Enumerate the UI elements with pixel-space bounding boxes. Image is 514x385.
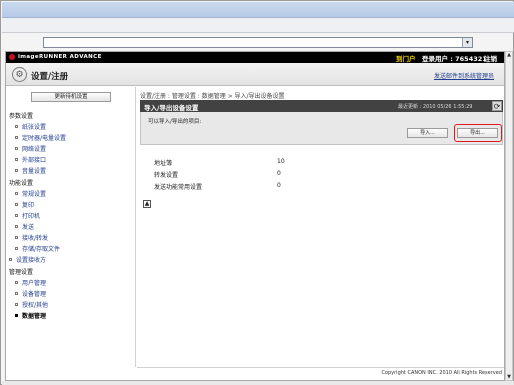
bullet-icon [15,214,18,217]
last-update-value: 2010 05/26 1:55:29 [422,104,473,110]
sidebar-item-copy[interactable]: 复印 [15,200,34,209]
refresh-icon[interactable]: ⟳ [492,101,502,111]
sidebar-item-label: 常规设置 [22,191,47,198]
bullet-icon [15,147,18,150]
footer: Copyright CANON INC. 2010 All Rights Res… [137,367,504,380]
main-content: 设置/注册 : 管理设置 : 数据管理 > 导入/导出设备设置 导入/导出设备设… [137,87,504,367]
browser-window: ▾ imageRUNNER ADVANCE 到门户 登录用户 : 7654321… [0,0,514,385]
sidebar-item-label: 设置接收方 [16,257,47,264]
confirm-standby-button[interactable]: 更新待机设置 [31,92,111,102]
sidebar-item-common[interactable]: 常规设置 [15,189,46,198]
bullet-icon [15,236,18,239]
canon-logo-icon [9,54,15,60]
sidebar-item-printer[interactable]: 打印机 [15,211,40,220]
export-highlight-ring [454,124,502,142]
login-user-label: 登录用户 : 7654321 [422,55,487,63]
scroll-down-icon[interactable]: ▼ [506,374,512,380]
sidebar-item-interface[interactable]: 外部接口 [15,155,46,164]
scroll-up-icon[interactable]: ▲ [506,52,512,58]
import-button[interactable]: 导入... [407,128,448,138]
gear-icon: ⚙ [12,67,27,82]
copyright: Copyright CANON INC. 2010 All Rights Res… [381,370,502,376]
sidebar-section-management: 管理设置 [9,269,34,276]
sidebar-item-user-management[interactable]: 用户管理 [15,278,46,287]
sidebar-item-paper[interactable]: 纸张设置 [15,122,46,131]
portal-link[interactable]: 到门户 [396,53,416,63]
bullet-icon [9,258,12,261]
last-update-label: 最近更新 [398,104,419,110]
sidebar-item-device-management[interactable]: 设备管理 [15,289,46,298]
bullet-icon [15,247,18,250]
sidebar-item-label: 发送 [22,224,35,231]
bullet-icon [15,125,18,128]
sidebar-item-network[interactable]: 网络设置 [15,144,46,153]
sidebar-section-preferences: 参数设置 [9,113,34,120]
bullet-icon [15,225,18,228]
sidebar-item-send[interactable]: 发送 [15,222,34,231]
address-dropdown-icon[interactable]: ▾ [462,38,472,47]
row-value-address-book: 10 [277,158,285,165]
browser-title-bar [2,2,514,18]
panel-header: 导入/导出设备设置 最近更新 : 2010 05/26 1:55:29 ⟳ [140,100,503,112]
sidebar-item-label: 纸张设置 [22,124,47,131]
sidebar-item-timer[interactable]: 定时器/电量设置 [15,133,66,142]
bullet-icon [15,169,18,172]
admin-mail-link[interactable]: 发送邮件到系统管理员 [434,71,494,80]
page-top-icon[interactable]: ▲ [143,200,151,208]
bullet-icon [15,303,18,306]
sidebar-section-functions: 功能设置 [9,180,34,187]
sidebar-item-label: 用户管理 [22,280,47,287]
panel-message: 可以导入/导出的项目: [148,119,202,125]
bullet-icon [15,203,18,206]
row-value-send-favorites: 0 [277,182,281,189]
remote-ui-page: imageRUNNER ADVANCE 到门户 登录用户 : 7654321 注… [5,51,505,381]
bullet-icon [15,192,18,195]
page-title: 设置/注册 [31,72,69,82]
sidebar-item-data-management[interactable]: 数据管理 [15,311,46,320]
browser-status-bar [2,381,514,385]
panel-body: 可以导入/导出的项目: 导入... 导出... [140,112,503,145]
panel-title: 导入/导出设备设置 [144,104,199,112]
sidebar-item-volume[interactable]: 音量设置 [15,166,46,175]
sidebar-item-label: 设备管理 [22,291,47,298]
sidebar-item-label: 授权/其他 [22,302,49,309]
sidebar: 更新待机设置 参数设置 纸张设置 定时器/电量设置 网络设置 外部接口 音量设置… [6,87,136,367]
last-update: 最近更新 : 2010 05/26 1:55:29 [398,104,473,110]
row-label-forwarding: 转发设置 [154,172,179,179]
sidebar-item-receive[interactable]: 接收/转发 [15,233,48,242]
sidebar-item-label: 复印 [22,202,35,209]
sidebar-item-store[interactable]: 存储/存取文件 [15,244,60,253]
breadcrumb: 设置/注册 : 管理设置 : 数据管理 > 导入/导出设备设置 [140,93,285,100]
sidebar-item-label: 接收/转发 [22,235,49,242]
sidebar-item-label: 存储/存取文件 [22,246,61,253]
brand-name: imageRUNNER ADVANCE [18,54,102,60]
sidebar-item-label: 定时器/电量设置 [22,135,67,142]
sidebar-item-label: 打印机 [22,213,41,220]
address-bar[interactable]: ▾ [43,37,473,48]
sidebar-item-label: 网络设置 [22,146,47,153]
title-bar: ⚙ 设置/注册 发送邮件到系统管理员 [6,63,504,86]
vertical-scrollbar[interactable]: ▲ ▼ [505,51,513,381]
sidebar-item-destination[interactable]: 设置接收方 [9,255,46,264]
bullet-icon [15,292,18,295]
sidebar-item-license[interactable]: 授权/其他 [15,300,48,309]
row-label-address-book: 地址簿 [154,160,173,167]
bullet-icon [15,281,18,284]
sidebar-item-label: 音量设置 [22,168,47,175]
bullet-icon [15,136,18,139]
sidebar-item-label: 数据管理 [22,313,47,320]
browser-toolbar [2,18,514,33]
row-label-send-favorites: 发送功能常用设置 [154,184,203,191]
logout-link[interactable]: 注销 [484,53,497,63]
top-header: imageRUNNER ADVANCE 到门户 登录用户 : 7654321 注… [6,52,504,63]
bullet-icon [15,158,18,161]
sidebar-item-label: 外部接口 [22,157,47,164]
row-value-forwarding: 0 [277,170,281,177]
bullet-icon [15,314,18,317]
